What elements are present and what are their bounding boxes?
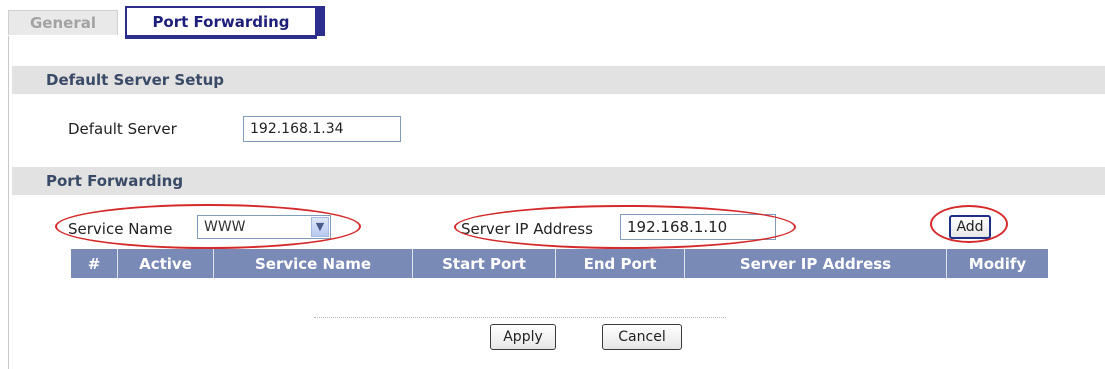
column-header-index: # bbox=[71, 249, 118, 278]
column-header-server-ip: Server IP Address bbox=[685, 249, 947, 278]
forwarding-table-header: # Active Service Name Start Port End Por… bbox=[71, 249, 1048, 278]
section-header-default-server-setup: Default Server Setup bbox=[12, 66, 1105, 94]
section-header-port-forwarding: Port Forwarding bbox=[12, 167, 1105, 195]
column-header-modify: Modify bbox=[968, 254, 1027, 273]
default-server-label: Default Server bbox=[68, 120, 177, 138]
apply-button[interactable]: Apply bbox=[490, 324, 556, 350]
tab-general[interactable]: General bbox=[8, 10, 118, 35]
footer-divider bbox=[314, 317, 726, 318]
default-server-input[interactable] bbox=[243, 116, 401, 142]
column-header-service-name: Service Name bbox=[214, 249, 413, 278]
tab-port-forwarding[interactable]: Port Forwarding bbox=[125, 6, 325, 39]
column-header-end-port: End Port bbox=[556, 249, 685, 278]
annotation-oval-server-ip bbox=[454, 205, 796, 249]
tab-bar: General Port Forwarding bbox=[0, 0, 1105, 39]
column-header-start-port: Start Port bbox=[413, 249, 556, 278]
annotation-oval-service-name bbox=[55, 204, 361, 249]
column-header-active: Active bbox=[118, 249, 214, 278]
cancel-button[interactable]: Cancel bbox=[602, 324, 682, 350]
annotation-oval-add bbox=[930, 205, 1008, 243]
